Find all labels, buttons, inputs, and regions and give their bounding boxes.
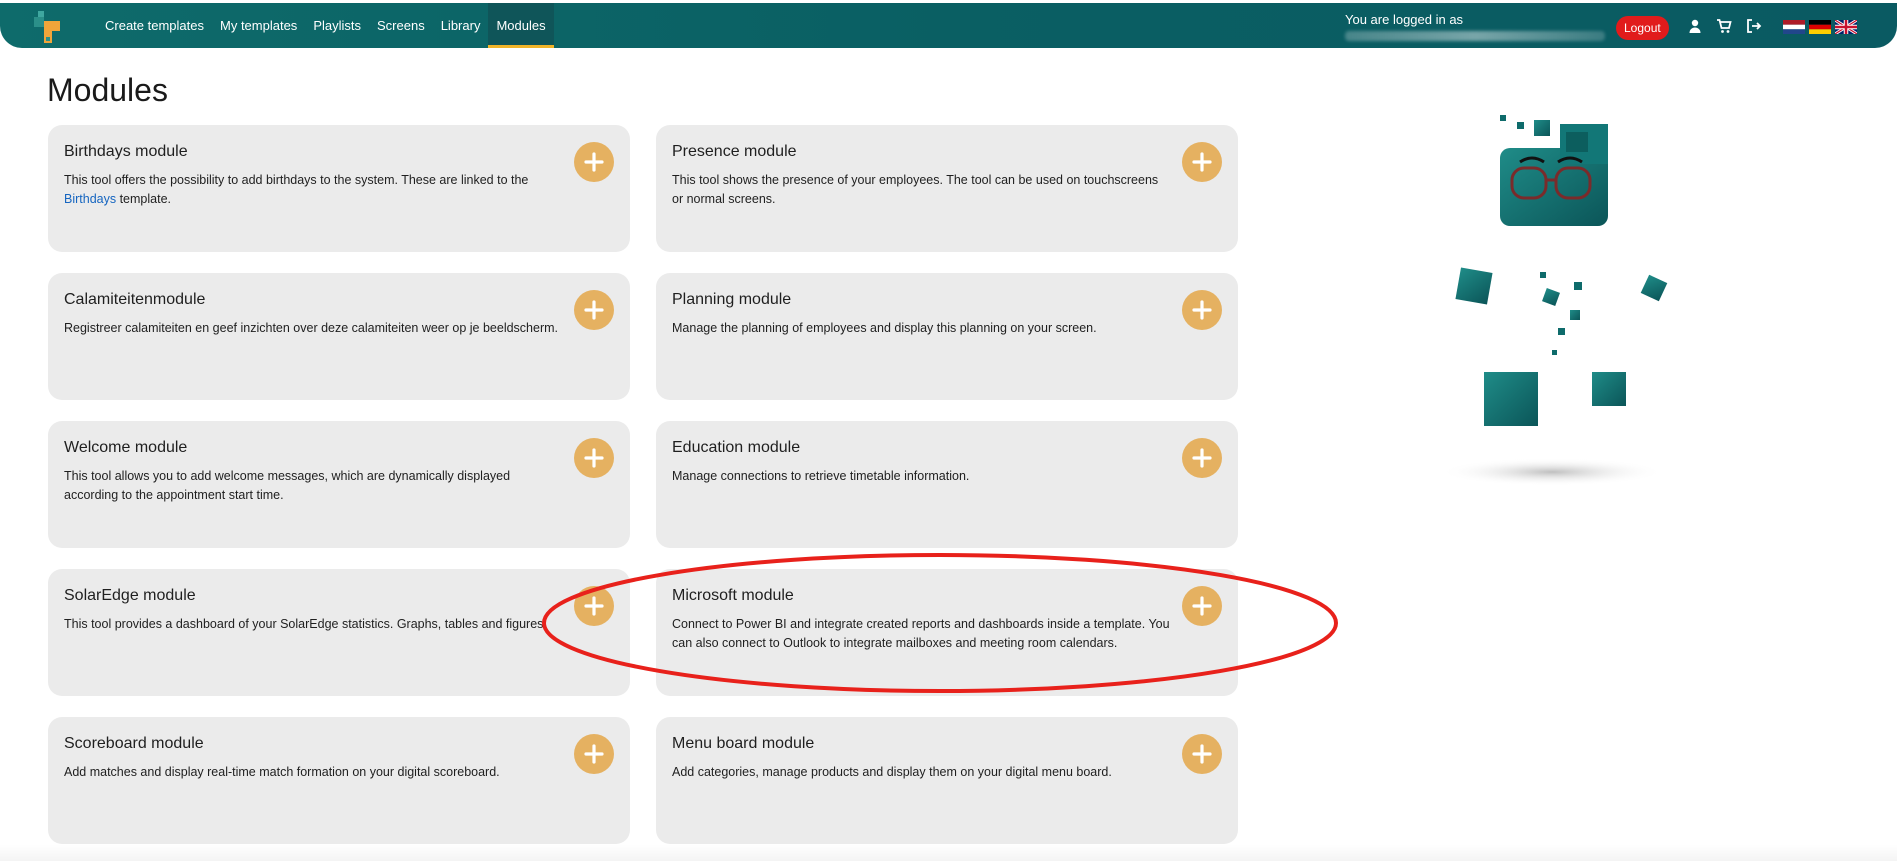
plus-icon: [1192, 152, 1212, 172]
module-card-presence: Presence module This tool shows the pres…: [656, 125, 1238, 252]
top-navbar: Create templates My templates Playlists …: [0, 3, 1897, 48]
module-title: Scoreboard module: [64, 735, 204, 752]
module-description: This tool shows the presence of your emp…: [672, 173, 1159, 206]
plus-icon: [1192, 744, 1212, 764]
add-calamiteiten-module-button[interactable]: [574, 290, 614, 330]
module-card-microsoft: Microsoft module Connect to Power BI and…: [656, 569, 1238, 696]
module-description-text-end: template.: [116, 192, 171, 206]
logout-button[interactable]: Logout: [1616, 16, 1669, 40]
user-email-blurred: [1345, 31, 1605, 41]
module-title: Education module: [672, 439, 801, 456]
module-description: Add matches and display real-time match …: [64, 765, 500, 779]
add-birthdays-module-button[interactable]: [574, 142, 614, 182]
module-card-planning: Planning module Manage the planning of e…: [656, 273, 1238, 400]
add-scoreboard-module-button[interactable]: [574, 734, 614, 774]
module-card-calamiteiten: Calamiteitenmodule Registreer calamiteit…: [48, 273, 630, 400]
module-card-scoreboard: Scoreboard module Add matches and displa…: [48, 717, 630, 844]
module-title: Microsoft module: [672, 587, 794, 604]
module-title: Menu board module: [672, 735, 815, 752]
module-description: Connect to Power BI and integrate create…: [672, 617, 1170, 650]
module-title: Planning module: [672, 291, 792, 308]
modules-illustration: [1440, 115, 1668, 486]
logged-in-label: You are logged in as: [1345, 12, 1464, 27]
module-title: SolarEdge module: [64, 587, 196, 604]
nav-my-templates[interactable]: My templates: [212, 3, 305, 48]
plus-icon: [584, 744, 604, 764]
sign-out-icon[interactable]: [1746, 18, 1762, 34]
module-card-menu-board: Menu board module Add categories, manage…: [656, 717, 1238, 844]
flag-nl-icon[interactable]: [1783, 20, 1805, 34]
plus-icon: [584, 596, 604, 616]
plus-icon: [584, 152, 604, 172]
login-info: You are logged in as: [1345, 12, 1605, 41]
add-education-module-button[interactable]: [1182, 438, 1222, 478]
module-description: Add categories, manage products and disp…: [672, 765, 1112, 779]
module-card-welcome: Welcome module This tool allows you to a…: [48, 421, 630, 548]
module-title: Presence module: [672, 143, 797, 160]
module-description: This tool provides a dashboard of your S…: [64, 617, 547, 631]
plus-icon: [584, 300, 604, 320]
main-nav: Create templates My templates Playlists …: [97, 3, 554, 48]
add-menu-board-module-button[interactable]: [1182, 734, 1222, 774]
flag-uk-icon[interactable]: [1835, 20, 1857, 34]
add-solaredge-module-button[interactable]: [574, 586, 614, 626]
module-description: Registreer calamiteiten en geef inzichte…: [64, 321, 559, 335]
birthdays-template-link[interactable]: Birthdays: [64, 192, 116, 206]
module-card-birthdays: Birthdays module This tool offers the po…: [48, 125, 630, 252]
nav-playlists[interactable]: Playlists: [305, 3, 369, 48]
module-description-text: This tool offers the possibility to add …: [64, 173, 529, 187]
nav-screens[interactable]: Screens: [369, 3, 433, 48]
nav-modules[interactable]: Modules: [488, 3, 554, 48]
module-card-solaredge: SolarEdge module This tool provides a da…: [48, 569, 630, 696]
plus-icon: [584, 448, 604, 468]
add-planning-module-button[interactable]: [1182, 290, 1222, 330]
module-description: This tool allows you to add welcome mess…: [64, 469, 511, 502]
module-description: Manage connections to retrieve timetable…: [672, 469, 970, 483]
nav-library[interactable]: Library: [433, 3, 489, 48]
cart-icon[interactable]: [1716, 18, 1732, 34]
module-title: Calamiteitenmodule: [64, 291, 206, 308]
flag-de-icon[interactable]: [1809, 20, 1831, 34]
module-title: Birthdays module: [64, 143, 188, 160]
add-welcome-module-button[interactable]: [574, 438, 614, 478]
plus-icon: [1192, 448, 1212, 468]
add-presence-module-button[interactable]: [1182, 142, 1222, 182]
add-microsoft-module-button[interactable]: [1182, 586, 1222, 626]
module-title: Welcome module: [64, 439, 188, 456]
user-icon[interactable]: [1687, 18, 1703, 34]
module-card-education: Education module Manage connections to r…: [656, 421, 1238, 548]
nav-create-templates[interactable]: Create templates: [97, 3, 212, 48]
plus-icon: [1192, 300, 1212, 320]
logo-icon[interactable]: [32, 7, 72, 47]
plus-icon: [1192, 596, 1212, 616]
module-description: Manage the planning of employees and dis…: [672, 321, 1097, 335]
bottom-edge-shade: [0, 845, 1897, 861]
module-description: This tool offers the possibility to add …: [64, 171, 564, 209]
page-title: Modules: [47, 72, 168, 108]
